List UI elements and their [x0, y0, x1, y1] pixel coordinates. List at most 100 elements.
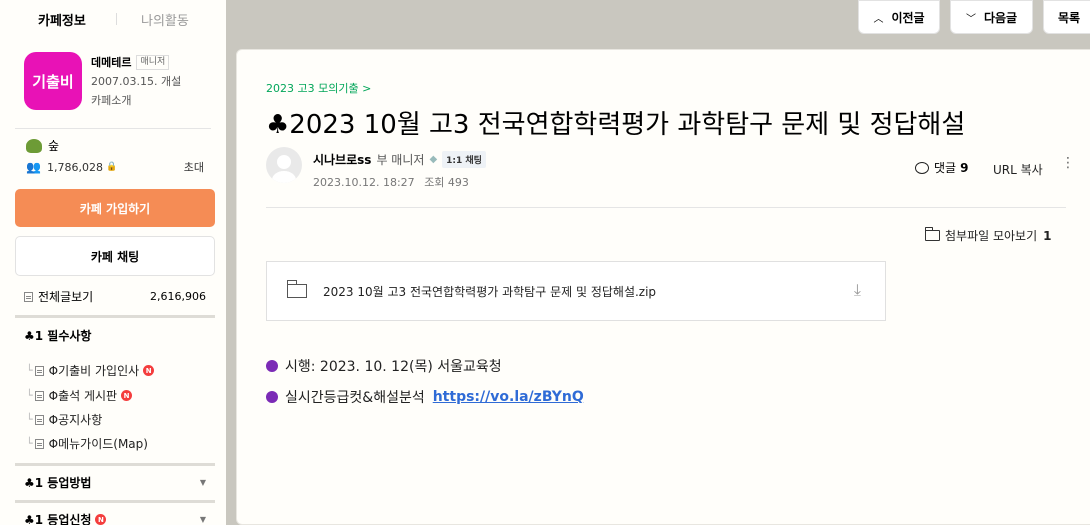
folder-icon — [924, 227, 940, 241]
cafe-profile: 기출비 데메테르 매니저 2007.03.15. 개설 카페소개 — [0, 38, 226, 128]
purple-bullet-icon — [266, 391, 278, 403]
purple-bullet-icon — [266, 360, 278, 372]
tree-icon — [26, 138, 42, 153]
all-posts-link[interactable]: 전체글보기 2,616,906 — [24, 288, 206, 305]
attachment-file[interactable]: 2023 10월 고3 전국연합학력평가 과학탐구 문제 및 정답해설.zip … — [266, 261, 886, 321]
header-divider — [266, 207, 1066, 208]
cafe-intro-link[interactable]: 카페소개 — [91, 92, 181, 108]
section-required[interactable]: ♣ 1 필수사항 — [24, 327, 206, 344]
new-badge: N — [121, 390, 133, 401]
sidebar-tabs: 카페정보 나의활동 — [0, 0, 226, 38]
attach-count: 1 — [1043, 228, 1052, 243]
more-options-icon[interactable]: ⋮ — [1061, 155, 1075, 171]
club-icon: ♣ — [24, 512, 35, 525]
menu-item-label: Φ메뉴가이드(Map) — [48, 437, 148, 451]
board-breadcrumb[interactable]: 2023 고3 모의기출 > — [266, 80, 371, 96]
document-icon — [24, 291, 33, 302]
body-line-exam-date: 시행: 2023. 10. 12(목) 서울교육청 — [266, 356, 502, 376]
chevron-up-icon: ︿ — [873, 13, 884, 25]
body-text: 실시간등급컷&해설분석 — [285, 390, 425, 406]
member-row: 👥 1,786,028 🔒 초대 — [0, 154, 226, 175]
cafe-chat-button[interactable]: 카페 채팅 — [15, 236, 215, 276]
author-name[interactable]: 시나브로ss — [313, 151, 371, 168]
cafe-founded-date: 2007.03.15. 개설 — [91, 75, 182, 88]
post-views: 조회 493 — [424, 176, 469, 189]
next-post-label: 다음글 — [983, 10, 1018, 25]
comments-button[interactable]: 댓글 9 — [915, 159, 968, 176]
member-count: 1,786,028 — [46, 160, 103, 174]
attachment-file-name[interactable]: 2023 10월 고3 전국연합학력평가 과학탐구 문제 및 정답해설.zip — [323, 283, 656, 300]
cafe-level-label: 숲 — [48, 139, 60, 153]
document-icon — [34, 390, 44, 401]
one-to-one-chat-button[interactable]: 1:1 채팅 — [442, 151, 486, 168]
menu-item-label: Φ출석 게시판 — [48, 389, 118, 403]
menu-item-label: Φ기출비 가입인사 — [48, 364, 140, 378]
folder-icon — [286, 280, 307, 298]
prev-post-label: 이전글 — [891, 10, 925, 25]
section-title: 1 등업방법 — [34, 476, 92, 490]
club-icon: ♣ — [24, 475, 35, 490]
grade-cut-link[interactable]: https://vo.la/zBYnQ — [433, 389, 584, 405]
join-cafe-button[interactable]: 카페 가입하기 — [15, 189, 215, 227]
body-text: 시행: 2023. 10. 12(목) 서울교육청 — [285, 359, 502, 375]
section-divider — [15, 463, 215, 466]
document-icon — [34, 365, 44, 376]
list-button[interactable]: 목록 — [1043, 0, 1090, 34]
section-title: 1 필수사항 — [34, 329, 92, 343]
manager-badge: 매니저 — [136, 54, 170, 70]
post-date: 2023.10.12. 18:27 — [313, 176, 415, 189]
section-divider — [15, 315, 215, 318]
comment-label: 댓글 — [934, 161, 957, 175]
author-avatar[interactable] — [266, 147, 302, 183]
prev-post-button[interactable]: ︿ 이전글 — [858, 0, 940, 34]
tab-my-activity[interactable]: 나의활동 — [117, 10, 217, 29]
new-badge: N — [143, 365, 155, 376]
section-levelup-method[interactable]: ♣ 1 등업방법 ▼ — [24, 474, 206, 491]
author-line: 시나브로ss 부 매니저 ◆ 1:1 채팅 — [313, 151, 486, 168]
new-badge: N — [95, 514, 107, 525]
manager-line: 데메테르 매니저 — [91, 54, 181, 70]
members-icon: 👥 — [26, 160, 41, 174]
next-post-button[interactable]: ﹀ 다음글 — [950, 0, 1033, 34]
tree-branch-icon: └ — [26, 413, 33, 426]
all-posts-label: 전체글보기 — [38, 290, 94, 304]
article-panel: 2023 고3 모의기출 > ♣2023 10월 고3 전국연합학력평가 과학탐… — [236, 49, 1090, 525]
lock-icon: 🔒 — [105, 162, 118, 172]
tree-branch-icon: └ — [26, 437, 33, 450]
menu-item-label: Φ공지사항 — [48, 413, 103, 427]
download-icon[interactable]: ⤓ — [854, 280, 861, 300]
club-icon: ♣ — [24, 328, 35, 343]
article-title: ♣2023 10월 고3 전국연합학력평가 과학탐구 문제 및 정답해설 — [266, 110, 966, 140]
comment-count: 9 — [960, 160, 969, 175]
post-meta: 2023.10.12. 18:27 조회 493 — [313, 174, 469, 190]
author-role: 부 매니저 — [376, 153, 425, 167]
cafe-meta: 데메테르 매니저 2007.03.15. 개설 카페소개 — [91, 52, 181, 128]
caret-down-icon: ▼ — [199, 478, 206, 487]
url-copy-button[interactable]: URL 복사 — [993, 161, 1043, 178]
comment-bubble-icon — [915, 161, 929, 174]
menu-item-greeting[interactable]: └ Φ기출비 가입인사 N — [26, 362, 155, 379]
section-levelup-request[interactable]: ♣ 1 등업신청 N ▼ — [24, 511, 206, 525]
invite-link[interactable]: 초대 — [184, 159, 204, 175]
attach-all-label: 첨부파일 모아보기 — [945, 229, 1038, 243]
all-posts-count: 2,616,906 — [150, 290, 206, 303]
tab-cafe-info[interactable]: 카페정보 — [16, 10, 116, 29]
menu-item-guide[interactable]: └ Φ메뉴가이드(Map) — [26, 435, 148, 452]
cafe-logo[interactable]: 기출비 — [24, 52, 82, 110]
attachments-view-all[interactable]: 첨부파일 모아보기 1 — [924, 227, 1052, 244]
manager-name[interactable]: 데메테르 — [91, 54, 131, 70]
document-icon — [34, 414, 44, 425]
list-label: 목록 — [1058, 10, 1081, 25]
tree-branch-icon: └ — [26, 364, 33, 377]
body-line-grade-cut: 실시간등급컷&해설분석 https://vo.la/zBYnQ — [266, 387, 584, 407]
chevron-down-icon: ﹀ — [965, 13, 976, 25]
tree-branch-icon: └ — [26, 389, 33, 402]
document-icon — [34, 438, 44, 449]
section-title: 1 등업신청 — [34, 513, 92, 525]
gem-icon: ◆ — [429, 154, 438, 165]
menu-item-notice[interactable]: └ Φ공지사항 — [26, 411, 102, 428]
caret-down-icon: ▼ — [199, 515, 206, 524]
menu-item-attendance[interactable]: └ Φ출석 게시판 N — [26, 387, 133, 404]
section-divider — [15, 500, 215, 503]
cafe-level: 숲 — [0, 129, 226, 154]
